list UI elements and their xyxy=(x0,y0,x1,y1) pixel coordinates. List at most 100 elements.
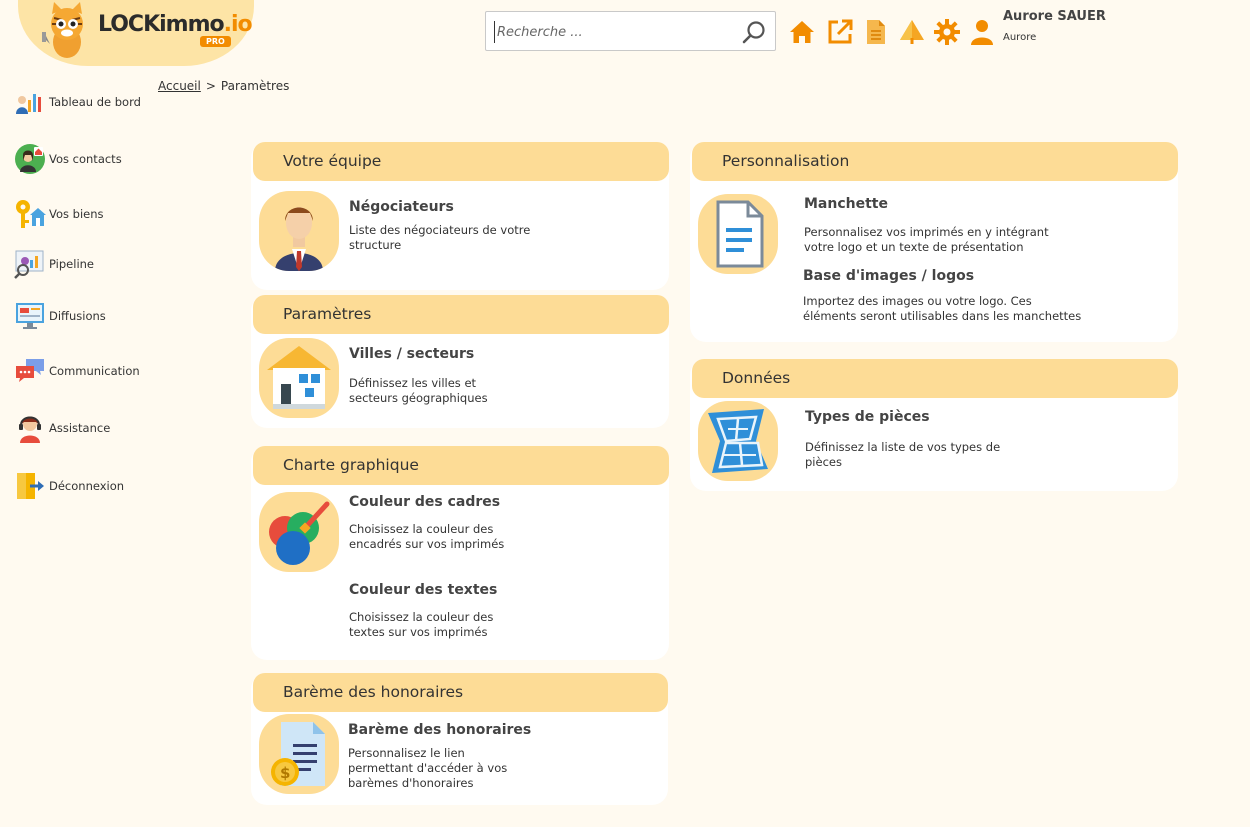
sidebar-item-diffusions[interactable]: Diffusions xyxy=(14,300,106,332)
section-charte-graphique: Charte graphique Couleur des cadres Choi… xyxy=(251,446,669,660)
search-icon[interactable] xyxy=(741,19,767,45)
section-personnalisation: Personnalisation Manchette Personnalisez… xyxy=(690,142,1178,342)
entry-villes-secteurs[interactable]: Villes / secteurs Définissez les villes … xyxy=(259,338,659,420)
search-box xyxy=(485,11,776,51)
sidebar-item-communication[interactable]: Communication xyxy=(14,355,140,387)
entry-description-line: textes sur vos imprimés xyxy=(349,625,488,639)
logo-brand-suffix: .io xyxy=(223,12,253,37)
user-name[interactable]: Aurore SAUER xyxy=(1003,9,1106,24)
section-title: Barème des honoraires xyxy=(253,673,668,712)
diffusion-icon xyxy=(16,303,44,329)
entry-couleur-textes[interactable]: Couleur des textes Choisissez la couleur… xyxy=(349,580,649,642)
entry-title: Types de pièces xyxy=(805,409,930,425)
sidebar-item-label: Vos contacts xyxy=(49,152,122,166)
entry-description-line: Définissez la liste de vos types de xyxy=(805,440,1001,454)
entry-title: Couleur des textes xyxy=(349,582,498,598)
entry-description-line: éléments seront utilisables dans les man… xyxy=(803,309,1082,323)
entry-base-images-logos[interactable]: Base d'images / logos Importez des image… xyxy=(803,266,1163,328)
entry-description: Personnalisez vos imprimés en y intégran… xyxy=(804,225,1049,255)
section-title: Données xyxy=(692,359,1178,398)
entry-description-line: secteurs géographiques xyxy=(349,391,488,405)
entry-description-line: permettant d'accéder à vos xyxy=(348,761,508,775)
pipeline-icon xyxy=(14,250,44,279)
sidebar-item-dashboard[interactable]: Tableau de bord xyxy=(14,86,141,118)
entry-description-line: votre logo et un texte de présentation xyxy=(804,240,1024,254)
entry-description: Liste des négociateurs de votre structur… xyxy=(349,223,530,253)
chat-icon xyxy=(16,359,44,382)
sidebar-item-label: Pipeline xyxy=(49,257,95,271)
section-donnees: Données Types de pièces Définissez la li… xyxy=(690,359,1178,491)
breadcrumb-separator: > xyxy=(205,79,216,93)
section-title: Paramètres xyxy=(253,295,669,334)
logout-icon xyxy=(17,473,44,499)
gear-icon[interactable] xyxy=(933,18,961,46)
section-title: Personnalisation xyxy=(692,142,1178,181)
house-icon xyxy=(259,338,339,418)
breadcrumb-home-link[interactable]: Accueil xyxy=(158,79,201,93)
entry-description-line: Choisissez la couleur des xyxy=(349,522,494,536)
entry-description: Importez des images ou votre logo. Ces é… xyxy=(803,294,1081,324)
entry-bareme-honoraires[interactable]: $ Barème des honoraires Personnalisez le… xyxy=(259,714,659,796)
palette-icon xyxy=(259,492,339,572)
entry-description-line: Choisissez la couleur des xyxy=(349,610,494,624)
letterhead-icon xyxy=(698,194,778,274)
section-equipe: Votre équipe Négociateurs Liste des négo… xyxy=(251,142,669,290)
entry-description: Définissez la liste de vos types de pièc… xyxy=(805,440,1000,470)
breadcrumb: Accueil > Paramètres xyxy=(158,79,289,93)
logo-brand-main: LOCKimmo xyxy=(98,12,225,37)
key-house-icon xyxy=(16,200,46,228)
sidebar-item-label: Tableau de bord xyxy=(49,95,141,109)
entry-types-de-pieces[interactable]: Types de pièces Définissez la liste de v… xyxy=(698,401,1168,483)
entry-title: Barème des honoraires xyxy=(348,722,532,738)
entry-description-line: Importez des images ou votre logo. Ces xyxy=(803,294,1032,308)
home-icon[interactable] xyxy=(788,18,816,46)
sidebar-item-assistance[interactable]: Assistance xyxy=(14,412,110,444)
entry-description: Choisissez la couleur des encadrés sur v… xyxy=(349,522,504,552)
entry-title: Base d'images / logos xyxy=(803,268,975,284)
logo-cat-icon[interactable] xyxy=(40,2,94,60)
breadcrumb-current: Paramètres xyxy=(220,79,290,93)
document-icon[interactable] xyxy=(862,18,890,46)
tree-icon[interactable] xyxy=(898,18,926,46)
sidebar-item-label: Communication xyxy=(49,364,140,378)
entry-description-line: Personnalisez le lien xyxy=(348,746,465,760)
entry-title: Couleur des cadres xyxy=(349,494,501,510)
fee-document-icon: $ xyxy=(259,714,339,794)
svg-text:$: $ xyxy=(280,764,290,782)
section-title: Charte graphique xyxy=(253,446,669,485)
agent-icon xyxy=(259,191,339,271)
entry-couleur-cadres[interactable]: Couleur des cadres Choisissez la couleur… xyxy=(259,492,659,574)
entry-description-line: encadrés sur vos imprimés xyxy=(349,537,505,551)
entry-description-line: Personnalisez vos imprimés en y intégran… xyxy=(804,225,1049,239)
entry-title: Manchette xyxy=(804,196,888,212)
sidebar-item-label: Assistance xyxy=(49,421,111,435)
entry-description-line: Liste des négociateurs de votre xyxy=(349,223,531,237)
entry-description-line: pièces xyxy=(805,455,842,469)
sidebar-item-pipeline[interactable]: Pipeline xyxy=(14,248,94,280)
entry-manchette[interactable]: Manchette Personnalisez vos imprimés en … xyxy=(698,194,1168,276)
entry-description-line: structure xyxy=(349,238,402,252)
user-icon[interactable] xyxy=(968,18,996,46)
sidebar-item-properties[interactable]: Vos biens xyxy=(14,198,104,230)
entry-description: Choisissez la couleur des textes sur vos… xyxy=(349,610,493,640)
support-icon xyxy=(19,416,41,443)
sidebar-item-contacts[interactable]: Vos contacts xyxy=(14,143,122,175)
entry-description-line: Définissez les villes et xyxy=(349,376,477,390)
logo-pro-badge: PRO xyxy=(200,36,231,47)
external-link-icon[interactable] xyxy=(826,18,854,46)
entry-negociateurs[interactable]: Négociateurs Liste des négociateurs de v… xyxy=(259,191,659,273)
entry-title: Villes / secteurs xyxy=(349,346,475,362)
entry-description: Définissez les villes et secteurs géogra… xyxy=(349,376,488,406)
sidebar-item-label: Diffusions xyxy=(49,309,106,323)
sidebar-item-logout[interactable]: Déconnexion xyxy=(14,470,124,502)
floorplan-icon xyxy=(698,401,778,481)
section-title: Votre équipe xyxy=(253,142,669,181)
entry-description: Personnalisez le lien permettant d'accéd… xyxy=(348,746,507,791)
sidebar-item-label: Vos biens xyxy=(49,207,104,221)
logo-wordmark[interactable]: LOCKimmo.io xyxy=(98,12,253,37)
dashboard-icon xyxy=(16,94,41,114)
contacts-icon xyxy=(15,144,45,174)
section-bareme-honoraires: Barème des honoraires $ Barème des honor… xyxy=(251,673,668,805)
entry-description-line: barèmes d'honoraires xyxy=(348,776,474,790)
search-input[interactable] xyxy=(494,21,734,43)
